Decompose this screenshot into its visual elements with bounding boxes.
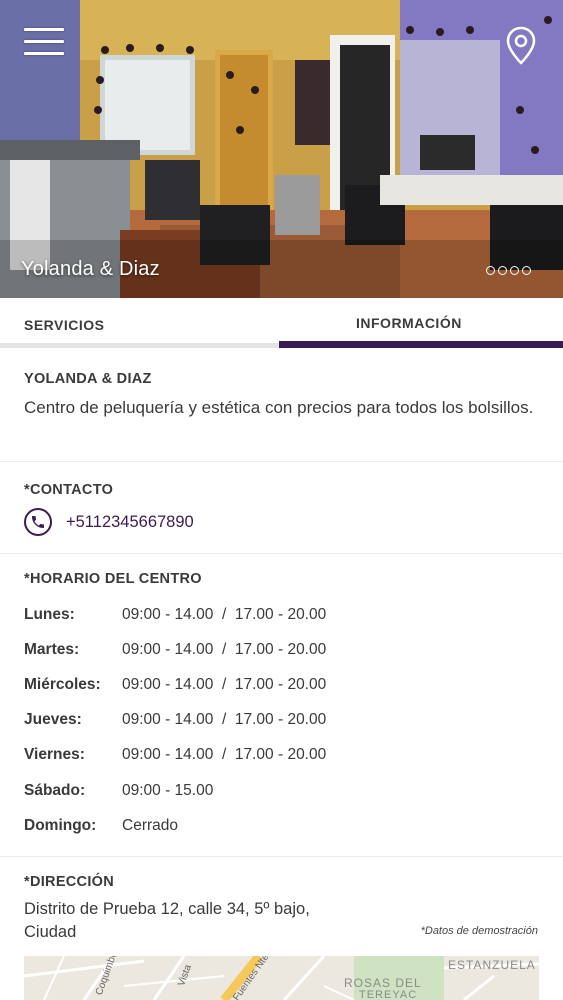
business-description: Centro de peluquería y estética con prec…: [24, 398, 534, 417]
schedule-day: Sábado:: [24, 782, 86, 799]
salon-photo: [0, 0, 563, 298]
address-text: Distrito de Prueba 12, calle 34, 5º bajo…: [24, 900, 310, 941]
tab-indicator-active: [279, 341, 563, 348]
carousel-dot[interactable]: [498, 266, 507, 275]
schedule-hours: Cerrado: [122, 817, 178, 834]
schedule-hours: 09:00 - 15.00: [122, 782, 214, 799]
divider: [0, 553, 563, 555]
map-view[interactable]: ESTANZUELA ROSAS DEL TEREYAC Coquimbo Vi…: [24, 956, 539, 1000]
schedule-hours: 09:00 - 14.00 / 17.00 - 20.00: [122, 746, 327, 763]
schedule-day: Lunes:: [24, 606, 75, 623]
map-label: ESTANZUELA: [448, 958, 536, 972]
contact-title: *CONTACTO: [24, 482, 114, 498]
schedule-title: *HORARIO DEL CENTRO: [24, 571, 202, 587]
demo-note: *Datos de demostración: [420, 925, 538, 937]
carousel-dot[interactable]: [486, 266, 495, 275]
business-name: YOLANDA & DIAZ: [24, 371, 152, 387]
hamburger-line: [24, 40, 64, 43]
phone-icon: [24, 508, 52, 536]
carousel-dot[interactable]: [522, 266, 531, 275]
schedule-day: Miércoles:: [24, 676, 101, 693]
schedule-day: Martes:: [24, 641, 80, 658]
divider: [0, 856, 563, 858]
phone-number: +5112345667890: [66, 512, 194, 531]
business-name-overlay: Yolanda & Diaz: [21, 258, 160, 280]
carousel-dot[interactable]: [510, 266, 519, 275]
phone-link[interactable]: +5112345667890: [24, 508, 194, 536]
tab-indicator-inactive: [0, 343, 279, 348]
schedule-hours: 09:00 - 14.00 / 17.00 - 20.00: [122, 676, 327, 693]
hero-image: Yolanda & Diaz: [0, 0, 563, 298]
hamburger-line: [24, 28, 64, 31]
tab-label: SERVICIOS: [24, 317, 105, 333]
divider: [0, 461, 563, 463]
schedule-day: Domingo:: [24, 817, 97, 834]
map-label: TEREYAC: [359, 989, 418, 1000]
schedule-day: Jueves:: [24, 711, 82, 728]
menu-button[interactable]: [24, 28, 64, 58]
carousel-dots: [486, 266, 531, 275]
hamburger-line: [24, 52, 64, 55]
schedule-hours: 09:00 - 14.00 / 17.00 - 20.00: [122, 711, 327, 728]
address-title: *DIRECCIÓN: [24, 874, 115, 890]
map-label: ROSAS DEL: [344, 976, 422, 990]
schedule-day: Viernes:: [24, 746, 85, 763]
tab-label: INFORMACIÓN: [356, 315, 462, 331]
schedule-hours: 09:00 - 14.00 / 17.00 - 20.00: [122, 606, 327, 623]
location-button[interactable]: [505, 26, 537, 66]
map-pin-icon: [506, 26, 536, 65]
schedule-hours: 09:00 - 14.00 / 17.00 - 20.00: [122, 641, 327, 658]
